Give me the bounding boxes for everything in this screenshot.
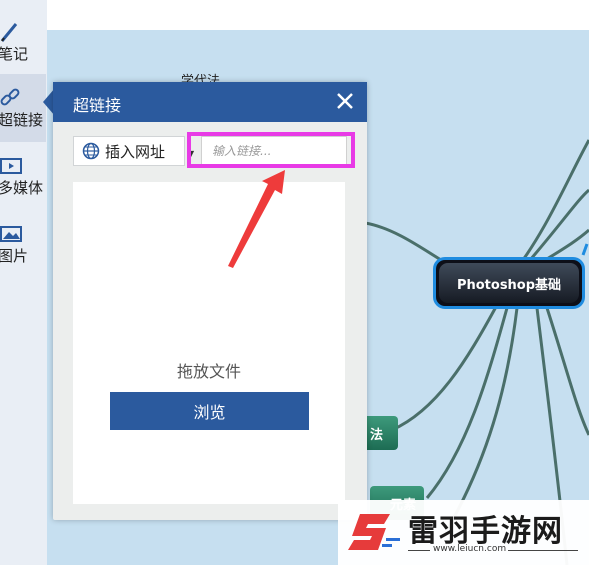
branch-node-label: 法 xyxy=(370,427,384,443)
browse-button[interactable]: 浏览 xyxy=(110,392,309,430)
sidebar-item-label: 超链接 xyxy=(0,110,44,129)
popup-title: 超链接 xyxy=(73,96,122,115)
pencil-icon xyxy=(0,21,20,43)
root-node-label: Photoshop基础 xyxy=(439,263,579,303)
watermark-divider xyxy=(508,550,578,551)
file-drop-zone[interactable]: 拖放文件 浏览 xyxy=(73,182,345,504)
watermark-logo xyxy=(348,514,400,550)
close-icon[interactable] xyxy=(334,90,356,112)
popup-header: 超链接 xyxy=(53,82,367,122)
watermark: 雷羽手游网 www.leiucn.com xyxy=(338,500,589,565)
link-input[interactable] xyxy=(201,136,347,166)
drop-zone-text: 拖放文件 xyxy=(176,362,241,381)
chevron-down-icon[interactable]: ▼ xyxy=(188,149,194,158)
url-type-select[interactable]: 插入网址 ▼ xyxy=(73,136,194,166)
sidebar-item-label: 图片 xyxy=(0,246,29,265)
watermark-url: www.leiucn.com xyxy=(433,544,507,554)
sidebar-item-label: 笔记 xyxy=(0,44,29,63)
root-node[interactable]: Photoshop基础 xyxy=(433,257,585,309)
link-icon xyxy=(0,87,22,109)
sidebar-item-hyperlink[interactable]: 超链接 xyxy=(0,74,46,142)
sidebar-item-media[interactable]: 多媒体 xyxy=(0,142,46,210)
globe-icon xyxy=(82,142,100,160)
sidebar: 笔记 超链接 多媒体 图片 xyxy=(0,0,48,565)
top-bar xyxy=(47,0,589,30)
image-icon xyxy=(0,223,22,245)
hyperlink-popup: 超链接 插入网址 ▼ 拖放文件 浏览 xyxy=(53,82,367,520)
sidebar-item-label: 多媒体 xyxy=(0,178,44,197)
sidebar-item-notes[interactable]: 笔记 xyxy=(0,8,46,76)
url-type-label: 插入网址 xyxy=(105,142,166,161)
sidebar-item-image[interactable]: 图片 xyxy=(0,210,46,278)
film-icon xyxy=(0,155,22,177)
watermark-divider xyxy=(408,550,430,551)
